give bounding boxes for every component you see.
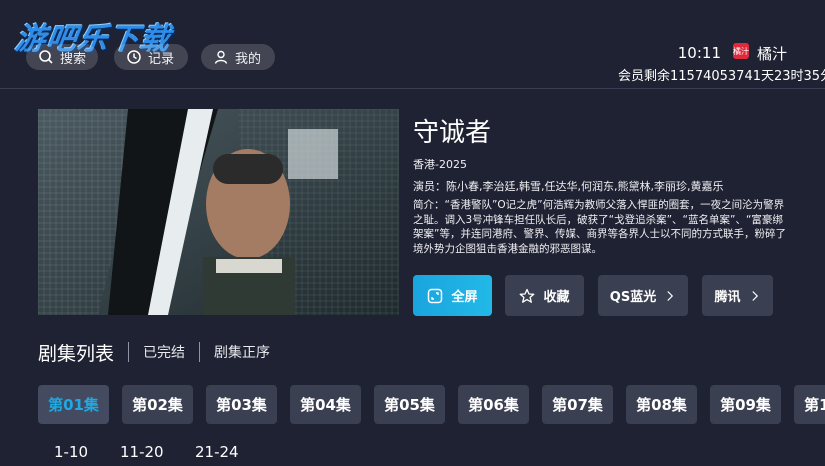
favorite-label: 收藏 <box>543 290 570 305</box>
episode-list-header: 剧集列表 已完结 剧集正序 <box>38 340 270 365</box>
clock-time: 10:11 <box>677 44 721 62</box>
header-separator <box>199 342 201 362</box>
platform-select-button[interactable]: 腾讯 <box>702 275 773 316</box>
video-actors: 演员：陈小春,李治廷,韩雪,任达华,何润东,熊黛林,李丽珍,黄嘉乐 <box>413 180 724 193</box>
fullscreen-icon <box>428 288 443 303</box>
fullscreen-button[interactable]: 全屏 <box>413 275 492 316</box>
episode-button[interactable]: 第08集 <box>626 385 697 424</box>
search-button[interactable]: 搜索 <box>26 44 98 70</box>
episode-order-toggle[interactable]: 剧集正序 <box>214 342 270 362</box>
brand-name: 橘汁 <box>757 45 788 63</box>
poster-art <box>38 109 399 315</box>
chevron-right-icon <box>751 290 758 301</box>
search-label: 搜索 <box>60 51 87 67</box>
clock-icon <box>127 50 141 64</box>
source-label: QS蓝光 <box>609 290 657 305</box>
episode-button[interactable]: 第03集 <box>206 385 277 424</box>
membership-remaining: 会员剩余11574053741天23时35分 <box>618 69 825 84</box>
episode-range-tabs: 1-10 11-20 21-24 <box>54 443 255 461</box>
record-label: 记录 <box>148 51 175 67</box>
top-bar: 游吧乐下载 搜索 记录 我的 10:11 橘汁 橘汁 会员剩余115740537… <box>0 0 825 88</box>
mine-button[interactable]: 我的 <box>201 44 275 70</box>
star-icon <box>520 288 535 303</box>
video-meta: 香港-2025 <box>413 158 467 171</box>
episode-button[interactable]: 第06集 <box>458 385 529 424</box>
range-tab[interactable]: 11-20 <box>120 443 195 461</box>
range-tab[interactable]: 21-24 <box>195 443 255 461</box>
favorite-button[interactable]: 收藏 <box>505 275 584 316</box>
episode-list-title: 剧集列表 <box>38 342 115 365</box>
poster-image <box>38 109 399 315</box>
header-divider <box>0 88 825 89</box>
chevron-right-icon <box>667 290 674 301</box>
episode-button[interactable]: 第07集 <box>542 385 613 424</box>
search-icon <box>39 50 53 64</box>
header-separator <box>128 342 130 362</box>
episode-button[interactable]: 第01集 <box>38 385 109 424</box>
source-select-button[interactable]: QS蓝光 <box>598 275 688 316</box>
episode-button[interactable]: 第10集 <box>794 385 825 424</box>
video-title: 守诚者 <box>413 118 492 148</box>
record-button[interactable]: 记录 <box>114 44 188 70</box>
completion-status: 已完结 <box>143 345 186 361</box>
episode-button[interactable]: 第09集 <box>710 385 781 424</box>
episode-list: 第01集 第02集 第03集 第04集 第05集 第06集 第07集 第08集 … <box>38 385 825 425</box>
episode-button[interactable]: 第04集 <box>290 385 361 424</box>
fullscreen-label: 全屏 <box>451 290 478 305</box>
video-intro: 简介：“香港警队”O记之虎”何浩辉为教师父落入悍匪的圈套，一夜之间沦为警界之耻。… <box>413 199 786 255</box>
mine-label: 我的 <box>235 51 262 67</box>
brand-icon: 橘汁 <box>733 43 749 59</box>
episode-button[interactable]: 第02集 <box>122 385 193 424</box>
platform-label: 腾讯 <box>714 290 741 305</box>
range-tab[interactable]: 1-10 <box>54 443 120 461</box>
user-icon <box>214 50 228 64</box>
episode-button[interactable]: 第05集 <box>374 385 445 424</box>
